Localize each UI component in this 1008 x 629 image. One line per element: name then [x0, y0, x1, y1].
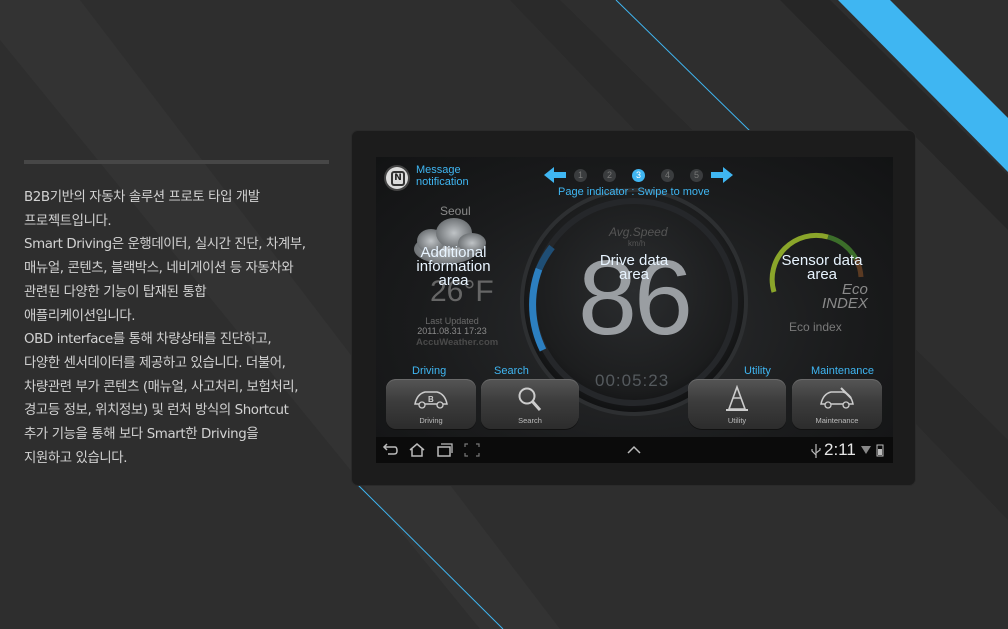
arrow-right-icon[interactable] [723, 167, 733, 183]
utility-button[interactable]: Utility [688, 379, 786, 429]
utility-button-label: Utility [744, 365, 771, 377]
page-dot-3[interactable]: 3 [632, 168, 645, 182]
page-indicator[interactable]: 1 2 3 4 5 [544, 167, 733, 183]
description-line: 프로젝트입니다. [24, 213, 112, 229]
search-button-label: Search [494, 365, 529, 377]
drive-data-area-label: Drive data area [584, 253, 684, 283]
search-button[interactable]: Search [481, 379, 579, 429]
eco-logo-line2: INDEX [822, 295, 868, 312]
description-line: 매뉴얼, 콘텐츠, 블랙박스, 네비게이션 등 자동차와 [24, 261, 294, 277]
page-indicator-caption: Page indicator : Swipe to move [558, 186, 710, 198]
additional-info-area-label: Additional information area [406, 245, 501, 289]
chevron-up-icon[interactable] [626, 445, 642, 455]
notification-label: notification [416, 175, 469, 188]
utility-button-caption: Utility [727, 416, 747, 425]
driving-button[interactable]: B Driving [386, 379, 476, 429]
home-icon[interactable] [408, 442, 426, 458]
description-line: Smart Driving은 운행데이터, 실시간 진단, 차계부, [24, 237, 306, 253]
arrow-left-icon[interactable] [544, 167, 554, 183]
description-line: 지원하고 있습니다. [24, 450, 128, 466]
description-line: 다양한 센서데이터를 제공하고 있습니다. 더불어, [24, 355, 286, 371]
back-icon[interactable] [382, 442, 398, 458]
divider [24, 160, 329, 164]
description-line: B2B기반의 자동차 솔루션 프로토 타입 개발 [24, 190, 260, 205]
area-label-line: area [618, 266, 650, 283]
area-label-line: area [438, 272, 469, 289]
system-navigation-bar: 2:11 [376, 437, 893, 463]
eco-index-logo: Eco INDEX [822, 282, 868, 312]
maintenance-button[interactable]: Maintenance [792, 379, 882, 429]
magnifier-icon [518, 387, 542, 411]
last-updated-time: 2011.08.31 17:23 [417, 326, 487, 336]
app-screen: N Message notification 1 2 3 4 5 Page in… [376, 157, 893, 463]
weather-city: Seoul [440, 204, 471, 218]
eco-index-label: Eco index [789, 320, 842, 334]
description-line: 애플리케이션입니다. [24, 308, 136, 324]
maintenance-button-label: Maintenance [811, 365, 874, 377]
avg-speed-label: Avg.Speed [609, 225, 668, 239]
recent-apps-icon[interactable] [436, 442, 454, 458]
project-description: B2B기반의 자동차 솔루션 프로토 타입 개발 프로젝트입니다. Smart … [24, 186, 344, 470]
description-line: 경고등 정보, 위치정보) 및 런처 방식의 Shortcut [24, 403, 289, 419]
arrow-right-shaft [711, 172, 723, 178]
weather-provider: AccuWeather.com [416, 337, 499, 348]
description-line: 추가 기능을 통해 보다 Smart한 Driving을 [24, 427, 259, 443]
maintenance-button-caption: Maintenance [815, 416, 859, 425]
driving-button-label: Driving [412, 365, 447, 377]
driving-button-caption: Driving [419, 416, 443, 425]
wifi-icon [861, 446, 871, 454]
traffic-cone-icon [726, 385, 748, 411]
notification-logo-icon[interactable]: N [386, 167, 408, 189]
message-notification[interactable]: Message notification [416, 164, 469, 188]
sensor-data-area-label: Sensor data area [772, 253, 872, 283]
weather-last-updated: Last Updated 2011.08.31 17:23 [412, 316, 492, 336]
battery-icon [876, 444, 884, 457]
description-line: 관련된 다양한 기능이 탑재된 통합 [24, 284, 207, 300]
description-line: 차량관련 부가 콘텐츠 (매뉴얼, 사고처리, 보험처리, [24, 379, 299, 395]
car-icon: B [414, 391, 448, 409]
message-label: Message [416, 164, 461, 176]
page-dot-1[interactable]: 1 [574, 168, 587, 182]
search-button-caption: Search [518, 416, 542, 425]
arrow-left-shaft [554, 172, 566, 178]
tablet-frame: N Message notification 1 2 3 4 5 Page in… [352, 131, 915, 485]
status-time: 2:11 [824, 440, 856, 459]
screenshot-icon[interactable] [464, 443, 480, 457]
page-dot-5[interactable]: 5 [690, 168, 703, 182]
svg-text:B: B [428, 395, 434, 404]
car-wrench-icon [820, 387, 854, 409]
area-label-line: area [806, 266, 838, 283]
page-dot-2[interactable]: 2 [603, 168, 616, 182]
usb-icon [811, 444, 821, 458]
page-dot-4[interactable]: 4 [661, 168, 674, 182]
description-line: OBD interface를 통해 차량상태를 진단하고, [24, 332, 272, 348]
last-updated-label: Last Updated [425, 316, 479, 326]
drive-timer: 00:05:23 [595, 371, 670, 390]
